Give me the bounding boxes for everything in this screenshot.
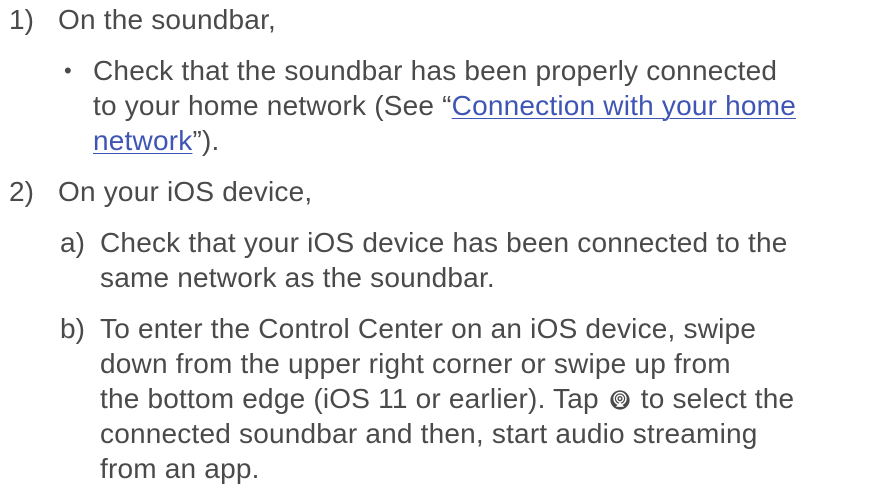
step-1-bullet-line-1: Check that the soundbar has been properl…	[93, 55, 778, 86]
step-1-heading: On the soundbar,	[58, 4, 277, 35]
step-1-bullet-line-2: to your home network (See “Connection wi…	[93, 89, 796, 123]
step-2-number: 2)	[9, 176, 34, 207]
step-2b-line-3-suffix: to select the	[640, 383, 795, 414]
step-2b-line-1: To enter the Control Center on an iOS de…	[100, 313, 757, 344]
step-1-bullet-line-3: network”).	[93, 124, 219, 158]
step-2b-line-5: from an app.	[100, 453, 260, 484]
airplay-icon	[610, 390, 630, 410]
bullet-line-3-suffix: ”).	[192, 125, 220, 156]
bullet-line-2-prefix: to your home network (See “	[93, 90, 452, 121]
bullet-marker: •	[64, 58, 72, 83]
connection-home-network-link[interactable]: Connection with your home	[452, 90, 796, 121]
step-2b-line-2: down from the upper right corner or swip…	[100, 348, 731, 379]
step-2b-line-3: the bottom edge (iOS 11 or earlier). Tap…	[100, 382, 794, 416]
step-2a-marker: a)	[60, 227, 85, 258]
step-2a-line-1: Check that your iOS device has been conn…	[100, 227, 788, 258]
connection-home-network-link-continued[interactable]: network	[93, 125, 192, 156]
step-2-heading: On your iOS device,	[58, 176, 313, 207]
step-1-number: 1)	[9, 4, 34, 35]
step-2b-marker: b)	[60, 313, 85, 344]
step-2a-line-2: same network as the soundbar.	[100, 262, 495, 293]
step-2b-line-3-prefix: the bottom edge (iOS 11 or earlier). Tap	[100, 383, 599, 414]
step-2b-line-4: connected soundbar and then, start audio…	[100, 418, 758, 449]
